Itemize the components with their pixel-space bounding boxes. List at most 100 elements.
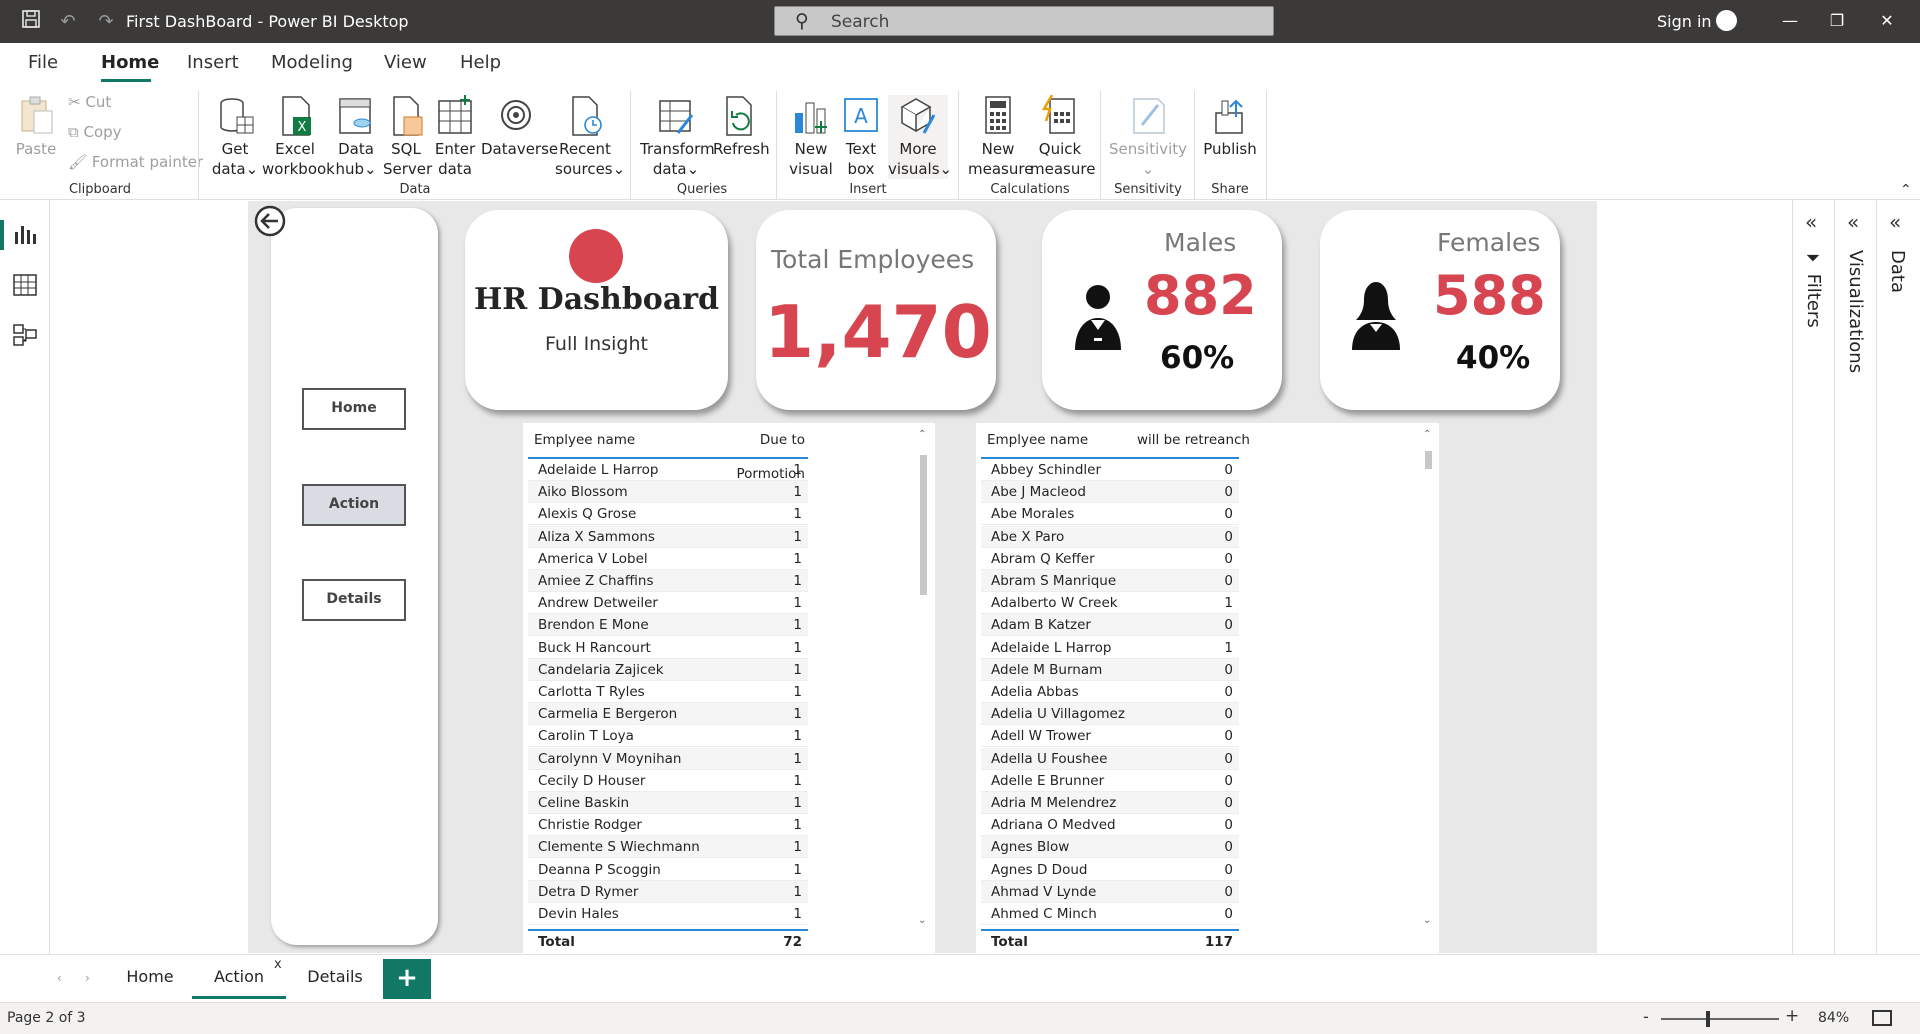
expand-filters-icon[interactable]: « [1805,210,1817,234]
retrench-scrollbar[interactable]: ⌃ ⌄ [1422,429,1434,929]
paste-button[interactable]: Paste [12,95,60,159]
more-visuals-button[interactable]: More visuals⌄ [888,95,952,179]
menu-file[interactable]: File [28,52,58,73]
refresh-button[interactable]: Refresh [713,95,770,159]
table-row[interactable]: Adella U Foushee 0 [981,747,1239,770]
menu-home[interactable]: Home [101,52,159,73]
redo-icon[interactable]: ↷ [93,9,119,35]
dataverse-button[interactable]: Dataverse [481,95,558,159]
table-row[interactable]: Clemente S Wiechmann 1 [528,836,808,859]
restore-button[interactable]: ❐ [1822,8,1852,34]
table-row[interactable]: Brendon E Mone 1 [528,614,808,637]
tab-scroll-right-icon[interactable]: › [85,971,90,985]
tab-scroll-left-icon[interactable]: ‹ [57,971,62,985]
table-row[interactable]: Adriana O Medved 0 [981,814,1239,837]
table-row[interactable]: Buck H Rancourt 1 [528,637,808,659]
table-row[interactable]: America V Lobel 1 [528,548,808,570]
table-row[interactable]: Adam B Katzer 0 [981,614,1239,637]
table-row[interactable]: Detra D Rymer 1 [528,880,808,903]
minimize-button[interactable]: — [1775,8,1805,34]
scroll-up-arrow-icon[interactable]: ⌃ [918,429,926,440]
table-row[interactable]: Adelia Abbas 0 [981,681,1239,703]
visualizations-pane[interactable]: « Visualizations [1835,200,1877,954]
menu-help[interactable]: Help [460,52,501,73]
retrench-col-name-header[interactable]: Emplyee name [987,423,1088,457]
table-row[interactable]: Abe J Macleod 0 [981,481,1239,504]
new-visual-button[interactable]: New visual [788,95,834,179]
nav-action-button[interactable]: Action [302,484,406,526]
table-row[interactable]: Carolynn V Moynihan 1 [528,747,808,770]
table-row[interactable]: Adele M Burnam 0 [981,658,1239,681]
table-row[interactable]: Candelaria Zajicek 1 [528,658,808,681]
table-row[interactable]: Agnes D Doud 0 [981,859,1239,881]
expand-visualizations-icon[interactable]: « [1847,210,1859,234]
table-row[interactable]: Adelle E Brunner 0 [981,770,1239,792]
avatar[interactable] [1716,10,1737,31]
table-row[interactable]: Adelia U Villagomez 0 [981,703,1239,726]
get-data-button[interactable]: Get data⌄ [210,95,260,179]
retrench-scroll-thumb[interactable] [1425,451,1432,469]
table-row[interactable]: Aliza X Sammons 1 [528,525,808,548]
format-painter-button[interactable]: 🖌 Format painter [68,153,203,171]
excel-workbook-button[interactable]: X Excel workbook [262,95,335,179]
transform-data-button[interactable]: Transform data⌄ [640,95,715,179]
menu-insert[interactable]: Insert [187,52,239,73]
sign-in-link[interactable]: Sign in [1657,12,1712,31]
zoom-in-icon[interactable]: + [1785,1006,1799,1026]
add-page-button[interactable]: + [383,959,431,999]
nav-details-button[interactable]: Details [302,579,406,621]
menu-view[interactable]: View [384,52,427,73]
table-row[interactable]: Devin Hales 1 [528,903,808,925]
data-pane[interactable]: « Data [1877,200,1919,954]
table-row[interactable]: Amiee Z Chaffins 1 [528,570,808,592]
enter-data-button[interactable]: Enter data [433,95,477,179]
data-hub-button[interactable]: Data hub⌄ [333,95,379,179]
search-box[interactable]: ⚲ Search [774,6,1274,36]
table-row[interactable]: Christie Rodger 1 [528,814,808,837]
table-row[interactable]: Adelaide L Harrop 1 [528,459,808,481]
cut-button[interactable]: ✂ Cut [68,93,111,111]
expand-data-icon[interactable]: « [1889,210,1901,234]
table-row[interactable]: Carolin T Loya 1 [528,725,808,748]
report-view-icon[interactable] [11,222,39,248]
table-row[interactable]: Celine Baskin 1 [528,792,808,814]
fit-to-page-icon[interactable] [1872,1010,1892,1026]
model-view-icon[interactable] [11,322,39,348]
table-row[interactable]: Adria M Melendrez 0 [981,792,1239,814]
table-row[interactable]: Cecily D Houser 1 [528,770,808,792]
text-box-button[interactable]: A Text box [838,95,884,179]
filters-pane[interactable]: « ⏷ Filters [1793,200,1835,954]
scroll-down-arrow-icon[interactable]: ⌄ [1423,915,1431,926]
close-button[interactable]: ✕ [1872,8,1902,34]
table-row[interactable]: Andrew Detweiler 1 [528,592,808,615]
table-row[interactable]: Abe Morales 0 [981,503,1239,526]
promotion-col-name-header[interactable]: Emplyee name [534,423,635,457]
scroll-down-arrow-icon[interactable]: ⌄ [918,915,926,926]
table-row[interactable]: Deanna P Scoggin 1 [528,859,808,881]
recent-sources-button[interactable]: Recent sources⌄ [555,95,625,179]
nav-home-button[interactable]: Home [302,388,406,430]
promotion-col-value-header[interactable]: Due to Pormotion [693,423,805,482]
table-row[interactable]: Aiko Blossom 1 [528,481,808,504]
table-row[interactable]: Abram Q Keffer 0 [981,548,1239,570]
table-row[interactable]: Abbey Schindler 0 [981,459,1239,481]
zoom-out-icon[interactable]: - [1643,1007,1649,1026]
table-row[interactable]: Ahmad V Lynde 0 [981,880,1239,903]
table-row[interactable]: Carmelia E Bergeron 1 [528,703,808,726]
undo-icon[interactable]: ↶ [55,9,81,35]
collapse-ribbon-icon[interactable]: ⌃ [1900,182,1912,198]
table-row[interactable]: Adelaide L Harrop 1 [981,637,1239,659]
sensitivity-button[interactable]: Sensitivity ⌄ [1108,95,1188,179]
save-icon[interactable] [18,9,44,35]
zoom-slider-thumb[interactable] [1706,1011,1710,1027]
table-row[interactable]: Adalberto W Creek 1 [981,592,1239,615]
tab-action[interactable]: Action [192,955,286,999]
table-row[interactable]: Abram S Manrique 0 [981,570,1239,592]
tab-home[interactable]: Home [110,955,190,999]
new-measure-button[interactable]: New measure [968,95,1033,179]
quick-measure-button[interactable]: Quick measure [1030,95,1095,179]
close-tab-icon[interactable]: x [274,957,282,972]
promotion-scroll-thumb[interactable] [920,455,927,595]
table-row[interactable]: Agnes Blow 0 [981,836,1239,859]
promotion-scrollbar[interactable]: ⌃ ⌄ [917,429,929,929]
